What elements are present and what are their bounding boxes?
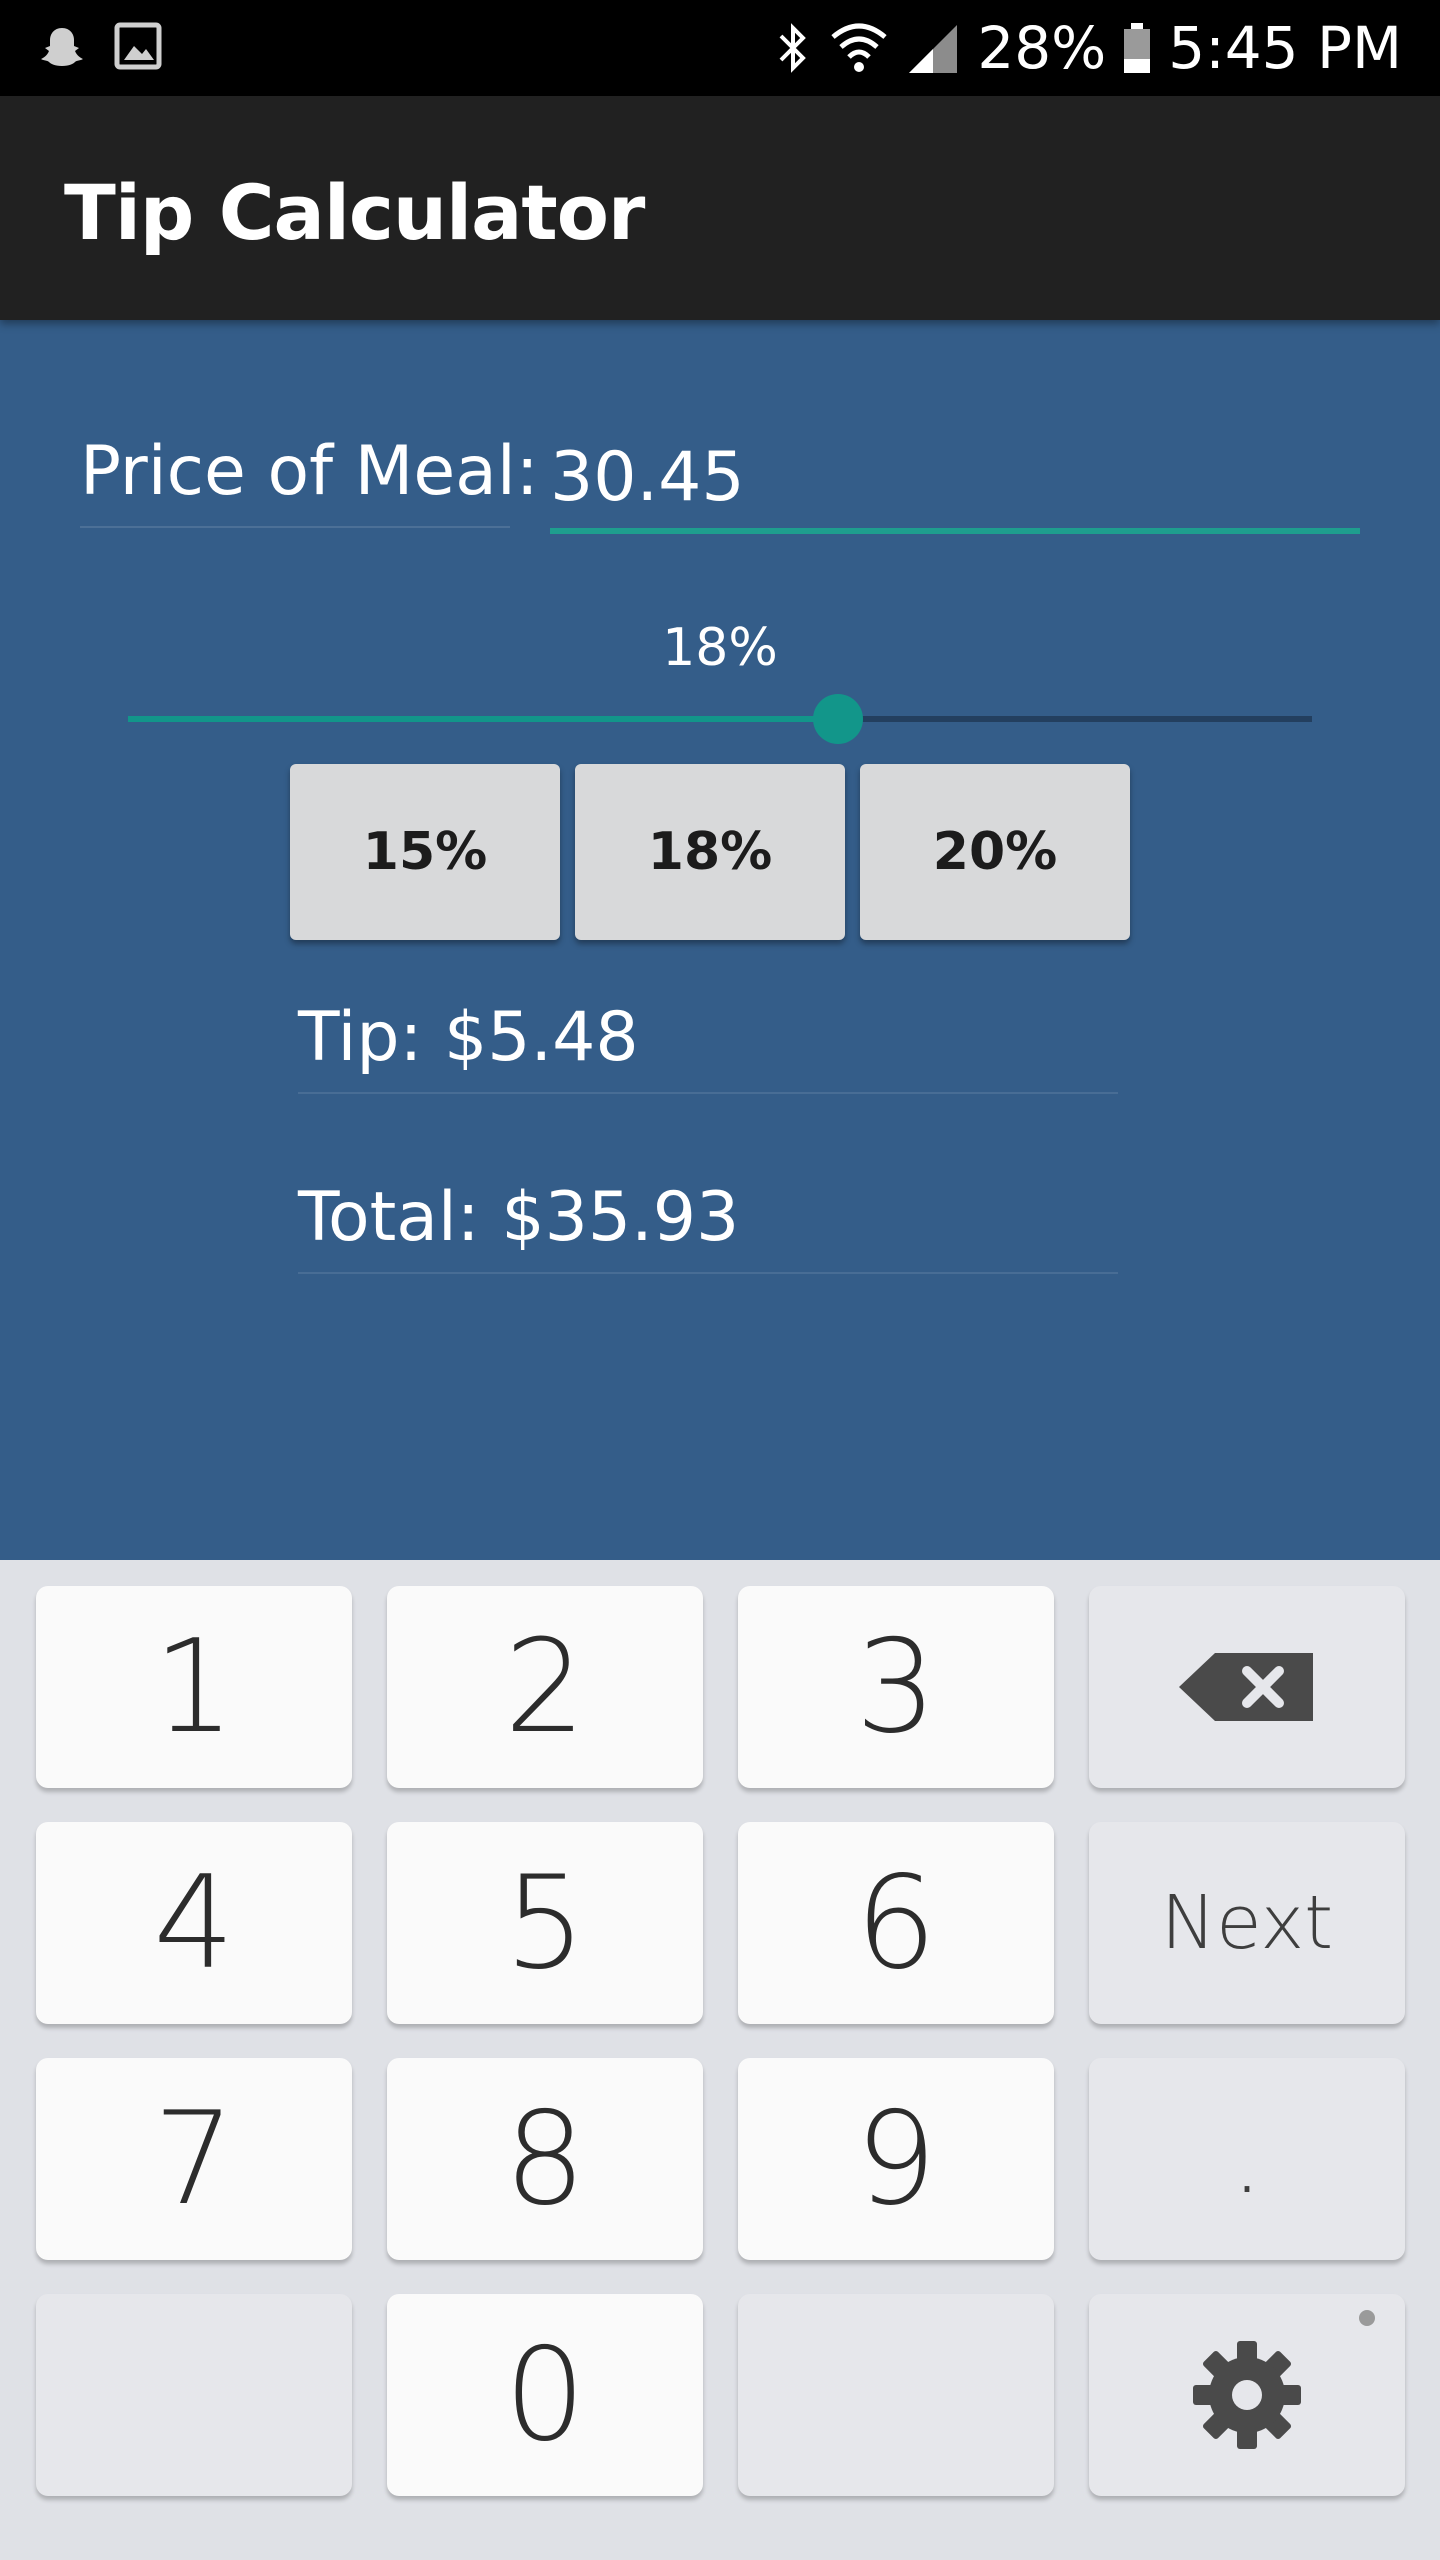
key-8[interactable]: 8 [387, 2058, 703, 2260]
key-0[interactable]: 0 [387, 2294, 703, 2496]
gear-icon [1193, 2341, 1301, 2449]
next-key[interactable]: Next [1089, 1822, 1405, 2024]
key-2[interactable]: 2 [387, 1586, 703, 1788]
battery-icon [1124, 23, 1151, 73]
decimal-key[interactable]: . [1089, 2058, 1405, 2260]
status-bar: 28% 5:45 PM [0, 0, 1440, 96]
tip-percent-label: 18% [662, 618, 778, 678]
signal-icon [909, 25, 958, 73]
status-right: 28% 5:45 PM [773, 0, 1402, 96]
backspace-icon [1179, 1653, 1313, 1721]
tip-15-button[interactable]: 15% [290, 764, 560, 940]
blank-key-left[interactable] [36, 2294, 352, 2496]
app-bar: Tip Calculator [0, 96, 1440, 320]
backspace-key[interactable] [1089, 1586, 1405, 1788]
key-3[interactable]: 3 [738, 1586, 1054, 1788]
battery-percent: 28% [977, 14, 1107, 82]
bluetooth-icon [779, 23, 807, 73]
wifi-icon [831, 23, 887, 72]
blank-key-right[interactable] [738, 2294, 1054, 2496]
tip-18-button[interactable]: 18% [575, 764, 845, 940]
price-input[interactable] [550, 432, 1360, 522]
total-divider [298, 1272, 1118, 1274]
price-label-divider [80, 526, 510, 528]
tip-amount: Tip: $5.48 [298, 998, 639, 1077]
key-4[interactable]: 4 [36, 1822, 352, 2024]
key-1[interactable]: 1 [36, 1586, 352, 1788]
settings-indicator-dot [1359, 2310, 1375, 2326]
total-amount: Total: $35.93 [298, 1178, 740, 1257]
key-9[interactable]: 9 [738, 2058, 1054, 2260]
status-left-icons [36, 22, 162, 74]
tip-seekbar-thumb[interactable] [813, 694, 863, 744]
key-5[interactable]: 5 [387, 1822, 703, 2024]
settings-key[interactable] [1089, 2294, 1405, 2496]
tip-20-button[interactable]: 20% [860, 764, 1130, 940]
numeric-keyboard: 1 2 3 4 5 6 Next 7 8 9 . 0 [0, 1560, 1440, 2560]
tip-seekbar-progress [128, 716, 838, 722]
gallery-icon [114, 22, 162, 70]
key-7[interactable]: 7 [36, 2058, 352, 2260]
tip-divider [298, 1092, 1118, 1094]
price-input-underline [550, 528, 1360, 534]
snapchat-icon [41, 28, 83, 66]
key-6[interactable]: 6 [738, 1822, 1054, 2024]
page-title: Tip Calculator [64, 168, 645, 257]
price-label: Price of Meal: [80, 432, 539, 511]
status-time: 5:45 PM [1168, 14, 1402, 82]
